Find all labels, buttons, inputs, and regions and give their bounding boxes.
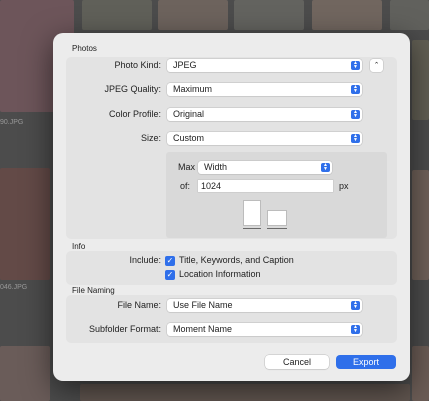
include-location-label: Location Information [179, 269, 261, 279]
subfolder-format-popup[interactable]: Moment Name ▲ ▼ [167, 323, 362, 336]
portrait-preview-underline [243, 228, 261, 229]
include-label: Include: [129, 255, 161, 265]
chevron-up-down-icon: ▲ ▼ [321, 163, 330, 172]
max-dimension-popup[interactable]: Width ▲ ▼ [198, 161, 332, 174]
size-label: Size: [140, 133, 161, 143]
file-name-value: Use File Name [173, 300, 233, 310]
file-name-label: File Name: [117, 300, 161, 310]
cancel-button[interactable]: Cancel [265, 355, 329, 369]
unit-label: px [339, 181, 349, 191]
color-profile-popup[interactable]: Original ▲ ▼ [167, 108, 362, 121]
include-title-keywords-caption-label: Title, Keywords, and Caption [179, 255, 294, 265]
section-title-file-naming: File Naming [72, 286, 115, 295]
file-name-popup[interactable]: Use File Name ▲ ▼ [167, 299, 362, 312]
chevron-up-down-icon: ▲ ▼ [351, 325, 360, 334]
chevron-up-icon[interactable]: ⌃ [370, 59, 383, 72]
color-profile-value: Original [173, 109, 205, 119]
chevron-up-down-icon: ▲ ▼ [351, 85, 360, 94]
checkmark-icon[interactable]: ✓ [165, 256, 175, 266]
export-button[interactable]: Export [336, 355, 396, 369]
landscape-preview-underline [267, 228, 287, 229]
jpeg-quality-value: Maximum [173, 84, 213, 94]
custom-size-panel: Max Width ▲ ▼ of: 1024 px [166, 152, 387, 238]
of-label: of: [180, 181, 191, 191]
chevron-up-down-icon: ▲ ▼ [351, 61, 360, 70]
checkmark-icon[interactable]: ✓ [165, 270, 175, 280]
subfolder-format-label: Subfolder Format: [88, 324, 161, 334]
photo-kind-popup[interactable]: JPEG ▲ ▼ [167, 59, 362, 72]
section-title-info: Info [72, 242, 86, 251]
info-group: Include: ✓ Title, Keywords, and Caption … [66, 251, 397, 285]
section-title-photos: Photos [72, 44, 97, 53]
photos-group: Photo Kind: JPEG ▲ ▼ ⌃ JPEG Quality: Maxi… [66, 57, 397, 239]
photo-kind-value: JPEG [173, 60, 197, 70]
chevron-up-down-icon: ▲ ▼ [351, 134, 360, 143]
color-profile-label: Color Profile: [108, 109, 161, 119]
portrait-preview-icon [243, 200, 261, 226]
size-value-field[interactable]: 1024 [198, 180, 333, 192]
max-label: Max [178, 162, 196, 172]
jpeg-quality-popup[interactable]: Maximum ▲ ▼ [167, 83, 362, 96]
max-dimension-value: Width [204, 162, 228, 172]
jpeg-quality-label: JPEG Quality: [104, 84, 161, 94]
size-value: Custom [173, 133, 205, 143]
chevron-up-down-icon: ▲ ▼ [351, 110, 360, 119]
landscape-preview-icon [267, 210, 287, 226]
file-naming-group: File Name: Use File Name ▲ ▼ Subfolder Fo… [66, 295, 397, 343]
size-popup[interactable]: Custom ▲ ▼ [167, 132, 362, 145]
export-dialog: Photos Photo Kind: JPEG ▲ ▼ ⌃ JPEG Qualit… [53, 33, 410, 381]
chevron-up-down-icon: ▲ ▼ [351, 301, 360, 310]
photo-kind-label: Photo Kind: [114, 60, 161, 70]
subfolder-format-value: Moment Name [173, 324, 233, 334]
